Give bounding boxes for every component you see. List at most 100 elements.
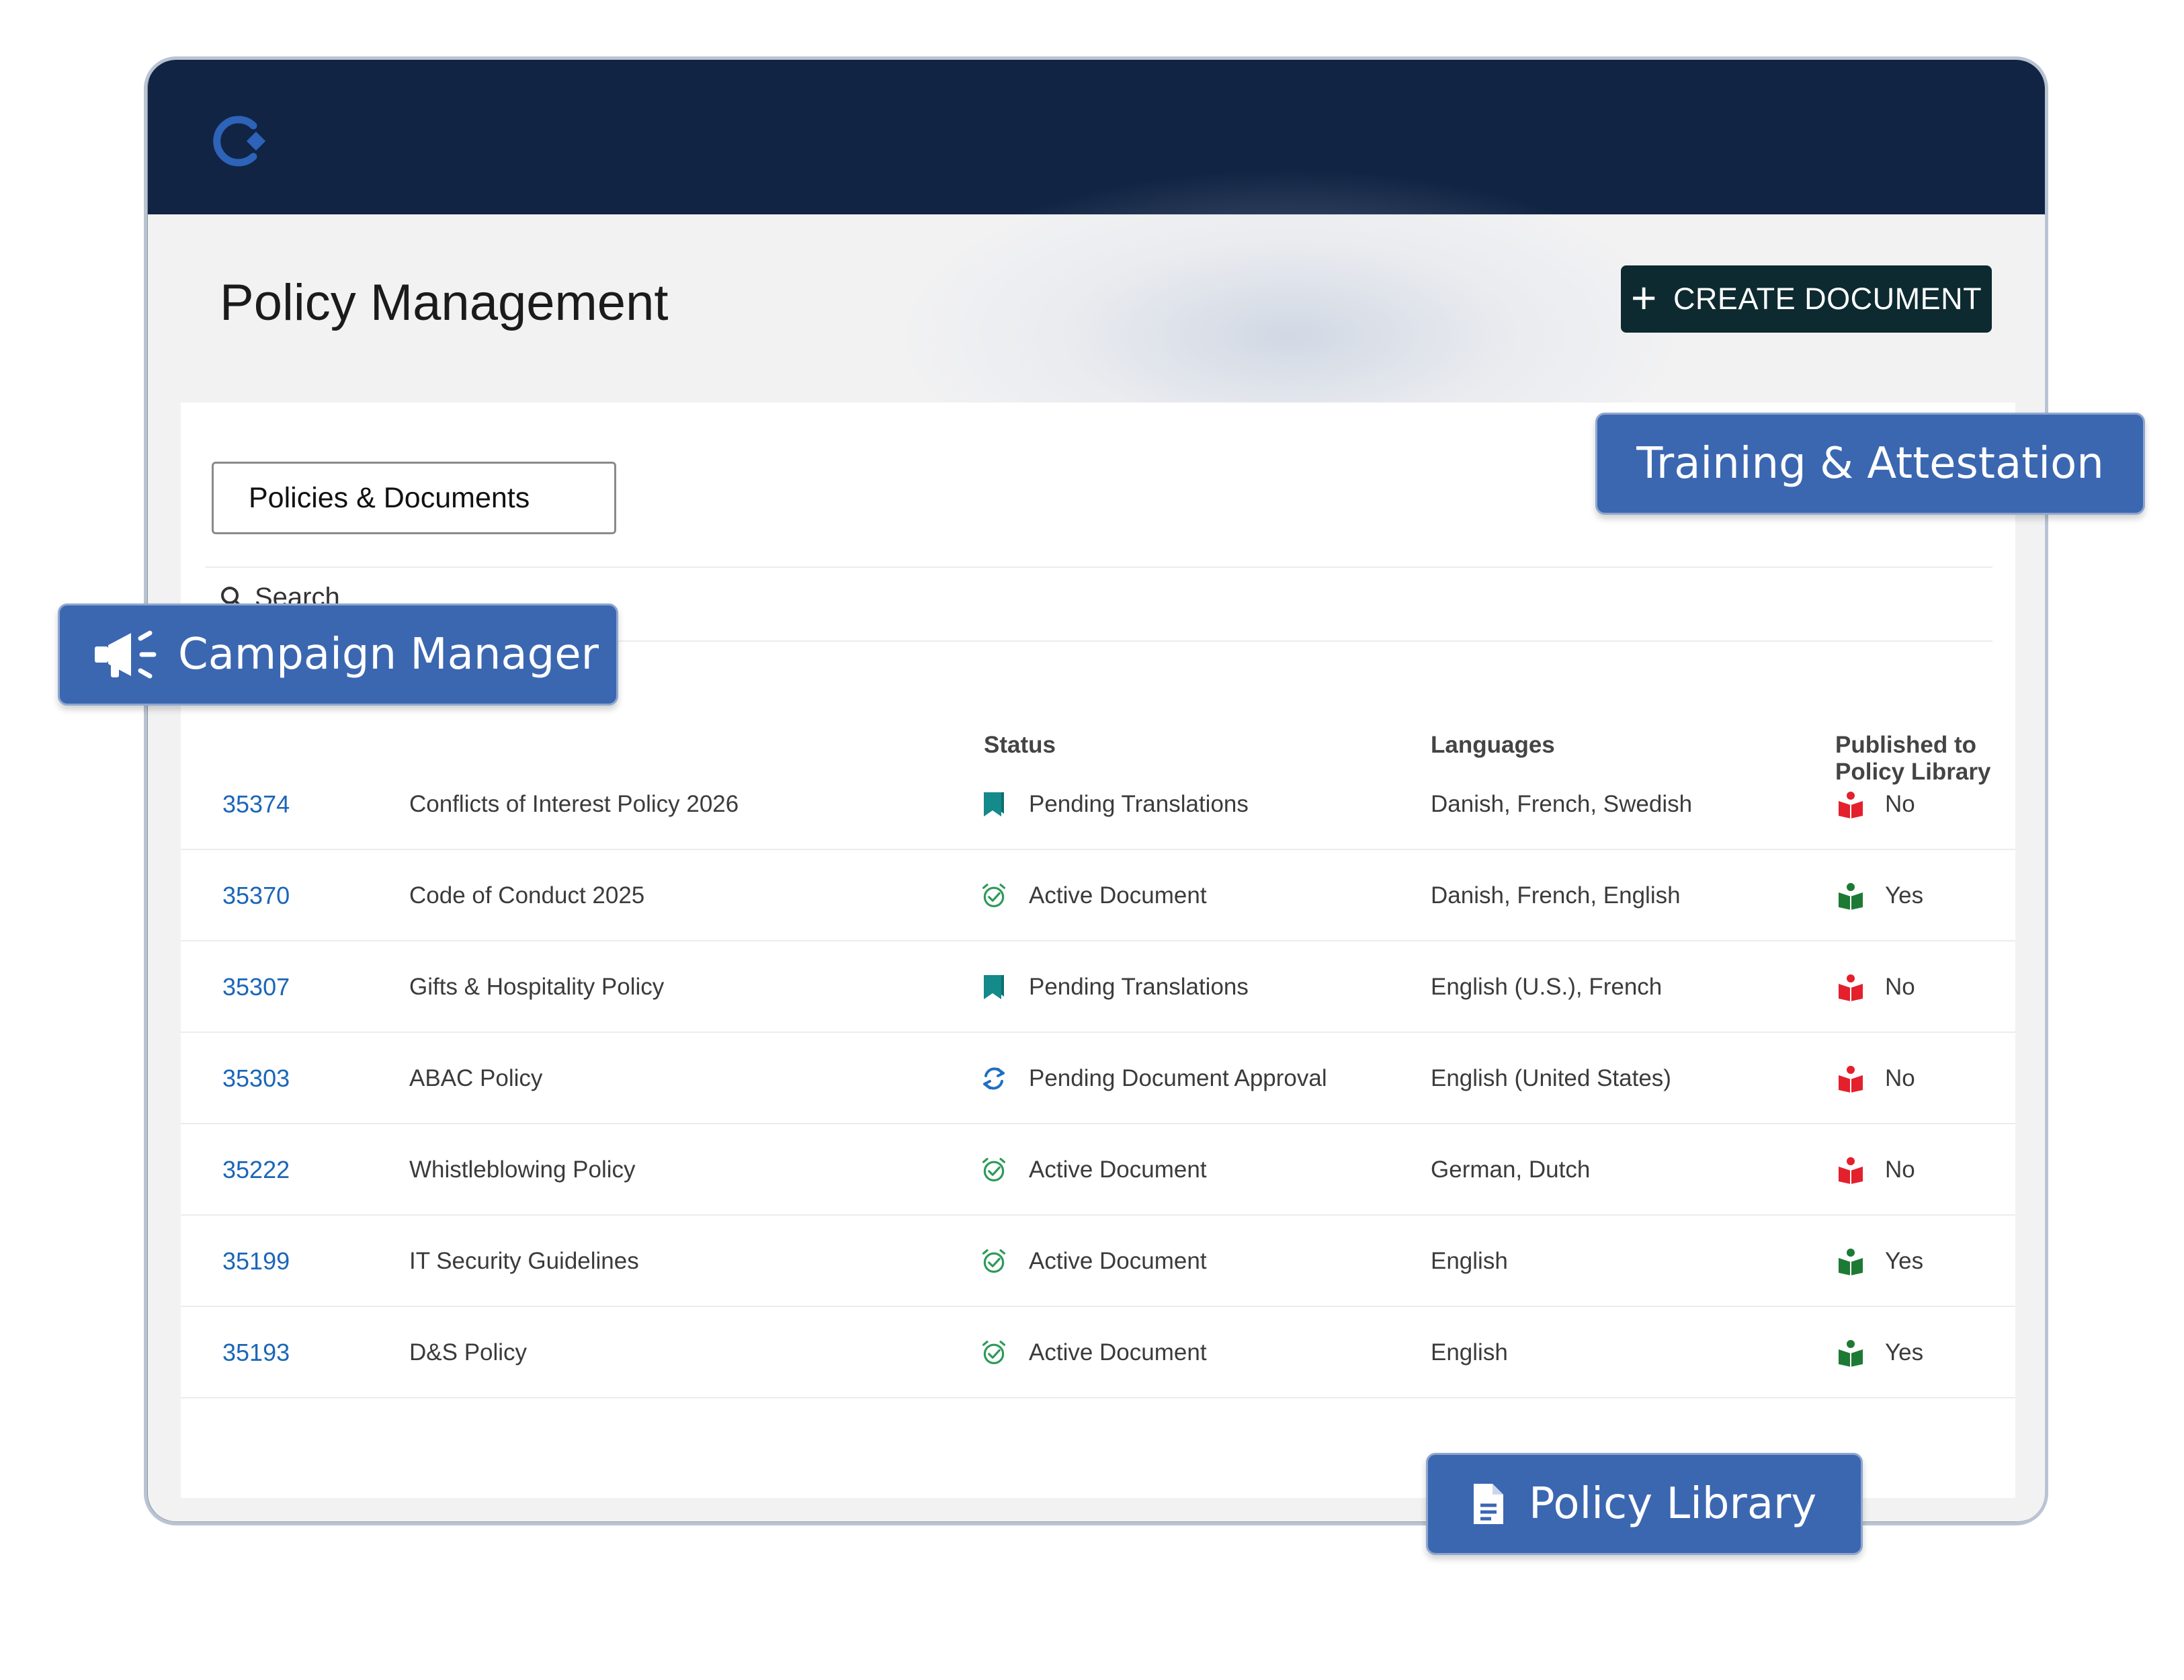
document-id-link[interactable]: 35307 [222, 973, 290, 1001]
status-cell: Active Document [980, 850, 1207, 941]
document-icon [1474, 1484, 1503, 1524]
document-name: Code of Conduct 2025 [409, 882, 645, 909]
status-text: Pending Translations [1029, 791, 1249, 817]
create-document-button[interactable]: + CREATE DOCUMENT [1621, 265, 1992, 333]
status-cell: Active Document [980, 1307, 1207, 1398]
status-cell: Pending Translations [980, 941, 1249, 1033]
languages-cell: Danish, French, English [1431, 850, 1681, 941]
table-row[interactable]: 35199 IT Security Guidelines Active Docume… [181, 1216, 2015, 1307]
published-cell: No [1837, 1033, 1915, 1124]
languages-text: German, Dutch [1431, 1157, 1591, 1183]
alarm-check-icon [980, 1247, 1007, 1276]
campaign-manager-label: Campaign Manager [178, 630, 599, 679]
document-id-link[interactable]: 35222 [222, 1156, 290, 1184]
document-name: Gifts & Hospitality Policy [409, 974, 665, 1000]
published-text: Yes [1885, 1339, 1924, 1366]
app-window: Policy Management + CREATE DOCUMENT Poli… [144, 56, 2048, 1525]
alarm-check-icon [980, 881, 1007, 911]
document-name-cell: Conflicts of Interest Policy 2026 [409, 759, 739, 850]
languages-text: English [1431, 1339, 1508, 1366]
document-name-cell: ABAC Policy [409, 1033, 542, 1124]
table-row[interactable]: 35193 D&S Policy Active Document English Yes [181, 1307, 2015, 1398]
published-cell: Yes [1837, 1216, 1923, 1307]
document-name-cell: Whistleblowing Policy [409, 1124, 636, 1216]
training-attestation-badge[interactable]: Training & Attestation [1595, 413, 2145, 515]
document-name: Whistleblowing Policy [409, 1157, 636, 1183]
document-name-cell: IT Security Guidelines [409, 1216, 639, 1307]
policy-library-badge[interactable]: Policy Library [1426, 1453, 1863, 1555]
document-id-link[interactable]: 35193 [222, 1339, 290, 1367]
tab-policies-documents[interactable]: Policies & Documents [212, 462, 616, 534]
document-id-cell: 35307 [222, 941, 290, 1033]
book-reader-icon [1837, 1247, 1885, 1275]
published-cell: No [1837, 1124, 1915, 1216]
campaign-manager-badge[interactable]: Campaign Manager [58, 603, 618, 706]
table-row[interactable]: 35303 ABAC Policy Pending Document Approva… [181, 1033, 2015, 1124]
megaphone-icon [95, 630, 157, 679]
status-text: Pending Document Approval [1029, 1065, 1327, 1091]
status-text: Active Document [1029, 1339, 1207, 1366]
document-name: ABAC Policy [409, 1065, 543, 1091]
published-cell: Yes [1837, 850, 1923, 941]
status-text: Active Document [1029, 1248, 1207, 1274]
published-text: No [1885, 1065, 1915, 1091]
create-document-label: CREATE DOCUMENT [1673, 282, 1982, 316]
alarm-check-icon [980, 1338, 1007, 1368]
status-cell: Active Document [980, 1124, 1207, 1216]
languages-cell: German, Dutch [1431, 1124, 1590, 1216]
languages-cell: English [1431, 1307, 1508, 1398]
published-text: No [1885, 974, 1915, 1000]
status-text: Active Document [1029, 882, 1207, 909]
table-row[interactable]: 35307 Gifts & Hospitality Policy Pending T… [181, 941, 2015, 1033]
published-text: Yes [1885, 882, 1924, 909]
document-name: IT Security Guidelines [409, 1248, 639, 1274]
published-text: Yes [1885, 1248, 1924, 1274]
alarm-check-icon [980, 1155, 1007, 1185]
training-attestation-label: Training & Attestation [1636, 439, 2104, 489]
bookmark-icon [980, 790, 1007, 819]
table-row[interactable]: 35374 Conflicts of Interest Policy 2026 Pe… [181, 759, 2015, 850]
column-header-languages[interactable]: Languages [1431, 732, 1555, 759]
status-cell: Pending Translations [980, 759, 1249, 850]
languages-cell: English [1431, 1216, 1508, 1307]
table-row[interactable]: 35370 Code of Conduct 2025 Active Document… [181, 850, 2015, 941]
table-row[interactable]: 35222 Whistleblowing Policy Active Documen… [181, 1124, 2015, 1216]
published-text: No [1885, 1157, 1915, 1183]
document-id-cell: 35193 [222, 1307, 290, 1398]
column-header-status[interactable]: Status [984, 732, 1056, 759]
published-text: No [1885, 791, 1915, 817]
documents-card: Policies & Documents Search Status Langu… [181, 403, 2015, 1498]
sync-icon [980, 1064, 1007, 1093]
document-name-cell: Code of Conduct 2025 [409, 850, 644, 941]
book-reader-icon [1837, 882, 1885, 910]
document-id-link[interactable]: 35370 [222, 882, 290, 910]
status-text: Pending Translations [1029, 974, 1249, 1000]
book-reader-icon [1837, 973, 1885, 1001]
document-name: Conflicts of Interest Policy 2026 [409, 791, 739, 817]
divider [205, 566, 1992, 568]
document-id-link[interactable]: 35303 [222, 1064, 290, 1093]
languages-text: English (U.S.), French [1431, 974, 1663, 1000]
document-id-link[interactable]: 35374 [222, 790, 290, 818]
published-cell: Yes [1837, 1307, 1923, 1398]
document-id-cell: 35199 [222, 1216, 290, 1307]
book-reader-icon [1837, 790, 1885, 818]
plus-icon: + [1630, 273, 1657, 323]
status-text: Active Document [1029, 1157, 1207, 1183]
document-id-link[interactable]: 35199 [222, 1247, 290, 1275]
book-reader-icon [1837, 1064, 1885, 1093]
languages-cell: Danish, French, Swedish [1431, 759, 1692, 850]
languages-cell: English (United States) [1431, 1033, 1671, 1124]
document-name: D&S Policy [409, 1339, 528, 1366]
published-cell: No [1837, 941, 1915, 1033]
book-reader-icon [1837, 1339, 1885, 1367]
page-title: Policy Management [220, 274, 669, 331]
document-id-cell: 35303 [222, 1033, 290, 1124]
languages-cell: English (U.S.), French [1431, 941, 1662, 1033]
document-id-cell: 35374 [222, 759, 290, 850]
document-name-cell: D&S Policy [409, 1307, 527, 1398]
published-cell: No [1837, 759, 1915, 850]
brand-logo-icon[interactable] [212, 111, 272, 171]
document-id-cell: 35370 [222, 850, 290, 941]
document-id-cell: 35222 [222, 1124, 290, 1216]
